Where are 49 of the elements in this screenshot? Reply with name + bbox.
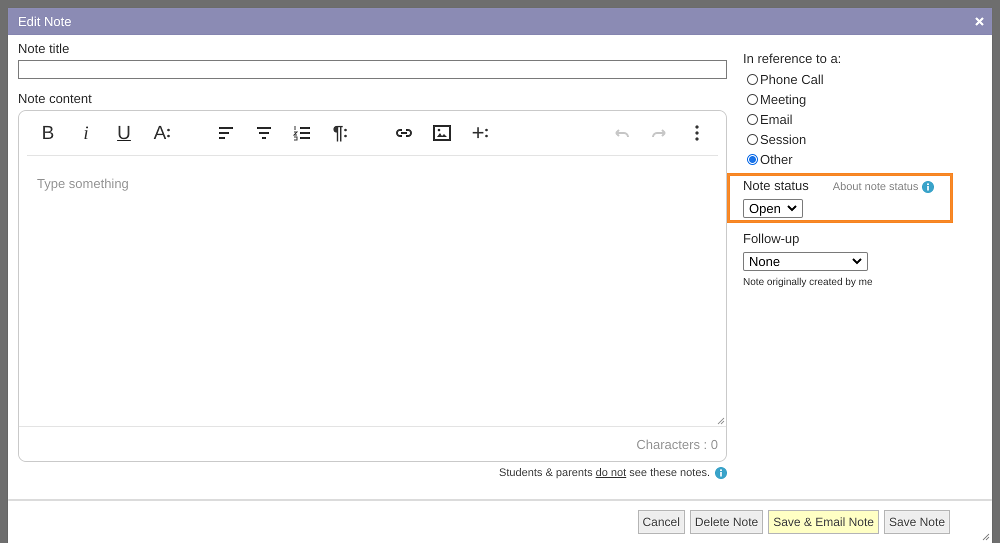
italic-button[interactable]: i [71,118,101,148]
radio-label: Meeting [760,92,806,106]
close-button[interactable] [975,17,984,26]
info-icon [715,467,728,479]
more-icon [695,125,700,141]
caret-icon [852,258,862,265]
radio-label: Phone Call [760,72,824,86]
radio-label: Other [760,152,793,166]
field-label: Note content [18,91,93,106]
follow-up-dropdown[interactable]: None [743,252,868,271]
dialog-button[interactable]: Save & Email Note [768,510,879,534]
font-size-button[interactable]: A [147,118,177,148]
field-label: In reference to a: [743,51,842,66]
radio-button[interactable] [747,154,758,164]
radio-button[interactable] [747,134,758,144]
close-icon [975,17,984,26]
numbered-list-icon [292,123,312,143]
radio-label: Session [760,132,806,146]
visibility-notice: Students & parents do not see these notes. [499,467,710,479]
more-options-icon [344,128,348,138]
creator-note: Note originally created by me [743,277,874,288]
paragraph-button[interactable]: ¶ [325,118,355,148]
character-count: Characters : 0 [636,436,718,452]
undo-icon [614,128,629,138]
resize-grip-icon[interactable] [982,533,990,541]
radio-button[interactable] [747,114,758,124]
insert-button[interactable]: + [465,118,495,148]
image-icon [432,123,452,143]
dialog-title: Edit Note [18,14,72,29]
dialog-button[interactable]: Save Note [884,510,950,534]
field-label: Follow-up [743,231,800,246]
field-label: Note status [743,178,809,193]
underline-button[interactable]: U [109,118,139,148]
more-options-icon [167,128,170,138]
about-link[interactable]: About note status [832,181,918,193]
radio-button[interactable] [747,74,758,84]
note-title-field[interactable] [18,60,728,79]
info-icon [922,181,934,193]
caret-icon [787,205,798,212]
status-dropdown[interactable]: Open [743,199,804,218]
dialog-button[interactable]: Delete Note [690,510,764,534]
field-label: Note title [18,41,70,56]
resize-grip-icon[interactable] [717,417,726,425]
more-options-icon [485,128,488,138]
radio-button[interactable] [747,94,758,104]
bold-button[interactable]: B [33,118,63,148]
radio-label: Email [760,112,793,126]
dialog-button[interactable]: Cancel [638,510,685,534]
redo-icon [652,128,667,138]
